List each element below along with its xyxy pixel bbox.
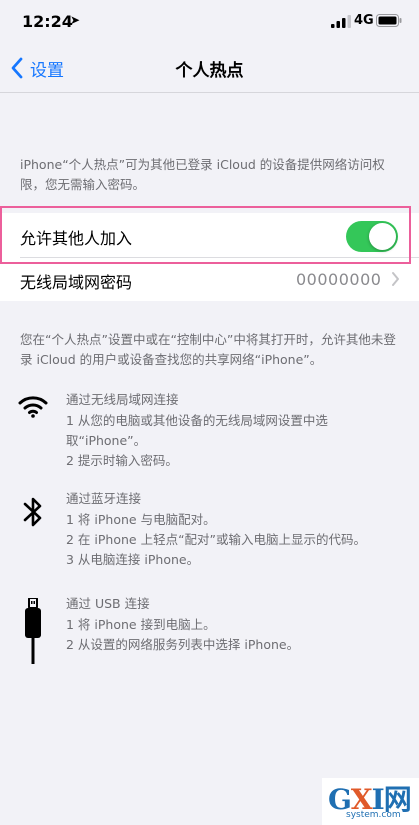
wifi-password-label: 无线局域网密码 [20,273,133,292]
allow-others-row: 允许其他人加入 [0,213,419,257]
cellular-signal-icon [331,15,351,28]
settings-group: 允许其他人加入 无线局域网密码 00000000 [0,213,419,301]
page-title: 个人热点 [175,61,244,81]
navigation-bar: 设置 个人热点 [0,44,419,93]
method-title: 通过 USB 连接 [66,596,150,611]
network-type: 4G [354,13,374,28]
bluetooth-icon [14,495,52,529]
allow-others-label: 允许其他人加入 [20,229,133,248]
wifi-icon [14,394,52,418]
method-step: 2 从设置的网络服务列表中选择 iPhone。 [66,637,300,652]
method-step: 1 从您的电脑或其他设备的无线局域网设置中选取“iPhone”。 [66,413,328,448]
method-bluetooth-text: 通过蓝牙连接 1 将 iPhone 与电脑配对。 2 在 iPhone 上轻点“… [66,489,406,570]
wifi-password-value: 00000000 [296,270,382,289]
method-title: 通过蓝牙连接 [66,491,142,506]
watermark-domain: system.com [346,810,401,820]
wifi-password-row[interactable]: 无线局域网密码 00000000 [0,257,419,301]
status-time: 12:24 [22,12,73,31]
allow-others-toggle[interactable] [346,221,398,252]
method-wifi-text: 通过无线局域网连接 1 从您的电脑或其他设备的无线局域网设置中选取“iPhone… [66,390,406,471]
method-step: 1 将 iPhone 接到电脑上。 [66,617,216,632]
method-step: 3 从电脑连接 iPhone。 [66,552,200,567]
battery-icon [376,14,402,27]
method-step: 2 在 iPhone 上轻点“配对”或输入电脑上显示的代码。 [66,532,367,547]
method-title: 通过无线局域网连接 [66,392,179,407]
usb-cable-icon [14,598,52,664]
watermark-logo: GXI网 system.com [322,778,419,825]
chevron-right-icon [392,272,399,286]
method-step: 1 将 iPhone 与电脑配对。 [66,512,216,527]
info-description: 您在“个人热点”设置中或在“控制中心”中将其打开时，允许其他未登录 iCloud… [20,332,396,367]
row-divider [20,257,419,258]
toggle-knob [369,223,396,250]
location-arrow-icon: ➤ [70,13,81,27]
intro-description: iPhone“个人热点”可为其他已登录 iCloud 的设备提供网络访问权限，您… [20,157,385,192]
status-bar: 12:24 ➤ 4G [0,0,419,44]
method-step: 2 提示时输入密码。 [66,453,178,468]
method-usb-text: 通过 USB 连接 1 将 iPhone 接到电脑上。 2 从设置的网络服务列表… [66,594,406,655]
